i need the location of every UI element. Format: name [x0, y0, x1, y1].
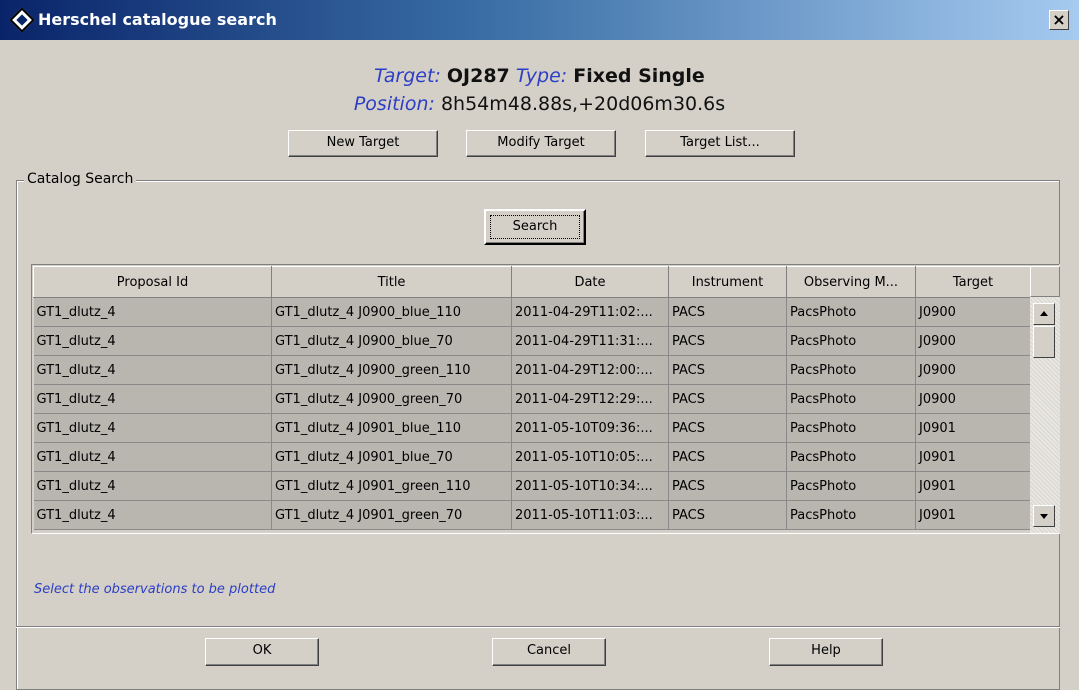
- table-row[interactable]: GT1_dlutz_4 GT1_dlutz_4 J0900_green_70 2…: [33, 384, 1031, 414]
- cancel-button[interactable]: Cancel: [492, 638, 606, 666]
- column-header-title[interactable]: Title: [271, 266, 512, 298]
- cell-title: GT1_dlutz_4 J0901_blue_70: [271, 442, 512, 472]
- cell-title: GT1_dlutz_4 J0900_green_70: [271, 384, 512, 414]
- position-line: Position: 8h54m48.88s,+20d06m30.6s: [0, 93, 1079, 115]
- cell-date: 2011-04-29T11:02:...: [511, 297, 669, 327]
- column-header-instrument[interactable]: Instrument: [668, 266, 787, 298]
- cell-observing-mode: PacsPhoto: [786, 384, 916, 414]
- cell-observing-mode: PacsPhoto: [786, 442, 916, 472]
- vertical-scrollbar[interactable]: [1030, 297, 1060, 533]
- table-row[interactable]: GT1_dlutz_4 GT1_dlutz_4 J0901_green_70 2…: [33, 500, 1031, 530]
- cell-observing-mode: PacsPhoto: [786, 355, 916, 385]
- cell-title: GT1_dlutz_4 J0901_green_70: [271, 500, 512, 530]
- column-header-proposal-id[interactable]: Proposal Id: [33, 266, 272, 298]
- cell-date: 2011-04-29T12:29:...: [511, 384, 669, 414]
- table-row[interactable]: GT1_dlutz_4 GT1_dlutz_4 J0900_blue_70 20…: [33, 326, 1031, 356]
- cell-observing-mode: PacsPhoto: [786, 471, 916, 501]
- observations-table: Proposal Id Title Date Instrument Observ…: [33, 266, 1031, 530]
- results-table: Proposal Id Title Date Instrument Observ…: [31, 264, 1060, 534]
- cell-proposal-id: GT1_dlutz_4: [33, 355, 272, 385]
- cell-proposal-id: GT1_dlutz_4: [33, 471, 272, 501]
- modify-target-button[interactable]: Modify Target: [466, 130, 616, 157]
- cell-target: J0901: [915, 500, 1031, 530]
- scroll-down-icon[interactable]: [1033, 505, 1055, 527]
- cell-date: 2011-05-10T11:03:...: [511, 500, 669, 530]
- cell-title: GT1_dlutz_4 J0901_green_110: [271, 471, 512, 501]
- cell-instrument: PACS: [668, 355, 787, 385]
- cell-proposal-id: GT1_dlutz_4: [33, 442, 272, 472]
- cell-target: J0900: [915, 355, 1031, 385]
- cell-proposal-id: GT1_dlutz_4: [33, 297, 272, 327]
- target-value: OJ287: [446, 65, 510, 87]
- header-filler: [1030, 266, 1060, 297]
- cell-instrument: PACS: [668, 500, 787, 530]
- cell-target: J0900: [915, 384, 1031, 414]
- position-value: 8h54m48.88s,+20d06m30.6s: [440, 93, 726, 115]
- app-icon: [9, 7, 35, 33]
- window-title: Herschel catalogue search: [38, 10, 277, 29]
- table-row[interactable]: GT1_dlutz_4 GT1_dlutz_4 J0900_blue_110 2…: [33, 297, 1031, 327]
- cell-instrument: PACS: [668, 384, 787, 414]
- cell-title: GT1_dlutz_4 J0900_blue_70: [271, 326, 512, 356]
- target-line: Target: OJ287 Type: Fixed Single: [0, 65, 1079, 87]
- close-icon[interactable]: ×: [1049, 10, 1069, 30]
- column-header-date[interactable]: Date: [511, 266, 669, 298]
- cell-date: 2011-05-10T10:34:...: [511, 471, 669, 501]
- cell-date: 2011-04-29T12:00:...: [511, 355, 669, 385]
- catalog-search-label: Catalog Search: [24, 171, 137, 187]
- cell-observing-mode: PacsPhoto: [786, 413, 916, 443]
- cell-title: GT1_dlutz_4 J0900_blue_110: [271, 297, 512, 327]
- status-message: Select the observations to be plotted: [34, 582, 276, 597]
- cell-proposal-id: GT1_dlutz_4: [33, 326, 272, 356]
- ok-button[interactable]: OK: [205, 638, 319, 666]
- cell-instrument: PACS: [668, 413, 787, 443]
- cell-title: GT1_dlutz_4 J0900_green_110: [271, 355, 512, 385]
- cell-instrument: PACS: [668, 442, 787, 472]
- table-row[interactable]: GT1_dlutz_4 GT1_dlutz_4 J0900_green_110 …: [33, 355, 1031, 385]
- cell-date: 2011-05-10T10:05:...: [511, 442, 669, 472]
- help-button[interactable]: Help: [769, 638, 883, 666]
- search-button[interactable]: Search: [484, 209, 586, 245]
- title-bar: Herschel catalogue search ×: [0, 0, 1079, 40]
- cell-instrument: PACS: [668, 326, 787, 356]
- cell-target: J0901: [915, 413, 1031, 443]
- scroll-up-icon[interactable]: [1033, 303, 1055, 325]
- cell-target: J0901: [915, 442, 1031, 472]
- table-row[interactable]: GT1_dlutz_4 GT1_dlutz_4 J0901_blue_110 2…: [33, 413, 1031, 443]
- table-row[interactable]: GT1_dlutz_4 GT1_dlutz_4 J0901_blue_70 20…: [33, 442, 1031, 472]
- cell-observing-mode: PacsPhoto: [786, 326, 916, 356]
- cell-proposal-id: GT1_dlutz_4: [33, 500, 272, 530]
- cell-date: 2011-05-10T09:36:...: [511, 413, 669, 443]
- table-row[interactable]: GT1_dlutz_4 GT1_dlutz_4 J0901_green_110 …: [33, 471, 1031, 501]
- cell-title: GT1_dlutz_4 J0901_blue_110: [271, 413, 512, 443]
- cell-proposal-id: GT1_dlutz_4: [33, 413, 272, 443]
- cell-observing-mode: PacsPhoto: [786, 297, 916, 327]
- cell-target: J0900: [915, 326, 1031, 356]
- separator: [16, 626, 1060, 628]
- new-target-button[interactable]: New Target: [288, 130, 438, 157]
- target-list-button[interactable]: Target List...: [645, 130, 795, 157]
- cell-observing-mode: PacsPhoto: [786, 500, 916, 530]
- type-value: Fixed Single: [573, 65, 705, 87]
- column-header-observing-mode[interactable]: Observing M...: [786, 266, 916, 298]
- position-label: Position:: [353, 93, 435, 115]
- target-label: Target:: [374, 65, 441, 87]
- cell-instrument: PACS: [668, 471, 787, 501]
- table-header-row: Proposal Id Title Date Instrument Observ…: [33, 266, 1031, 298]
- cell-date: 2011-04-29T11:31:...: [511, 326, 669, 356]
- search-button-label: Search: [490, 215, 580, 239]
- scrollbar-thumb[interactable]: [1033, 326, 1055, 358]
- column-header-target[interactable]: Target: [915, 266, 1031, 298]
- cell-instrument: PACS: [668, 297, 787, 327]
- cell-proposal-id: GT1_dlutz_4: [33, 384, 272, 414]
- cell-target: J0901: [915, 471, 1031, 501]
- cell-target: J0900: [915, 297, 1031, 327]
- type-label: Type:: [515, 65, 568, 87]
